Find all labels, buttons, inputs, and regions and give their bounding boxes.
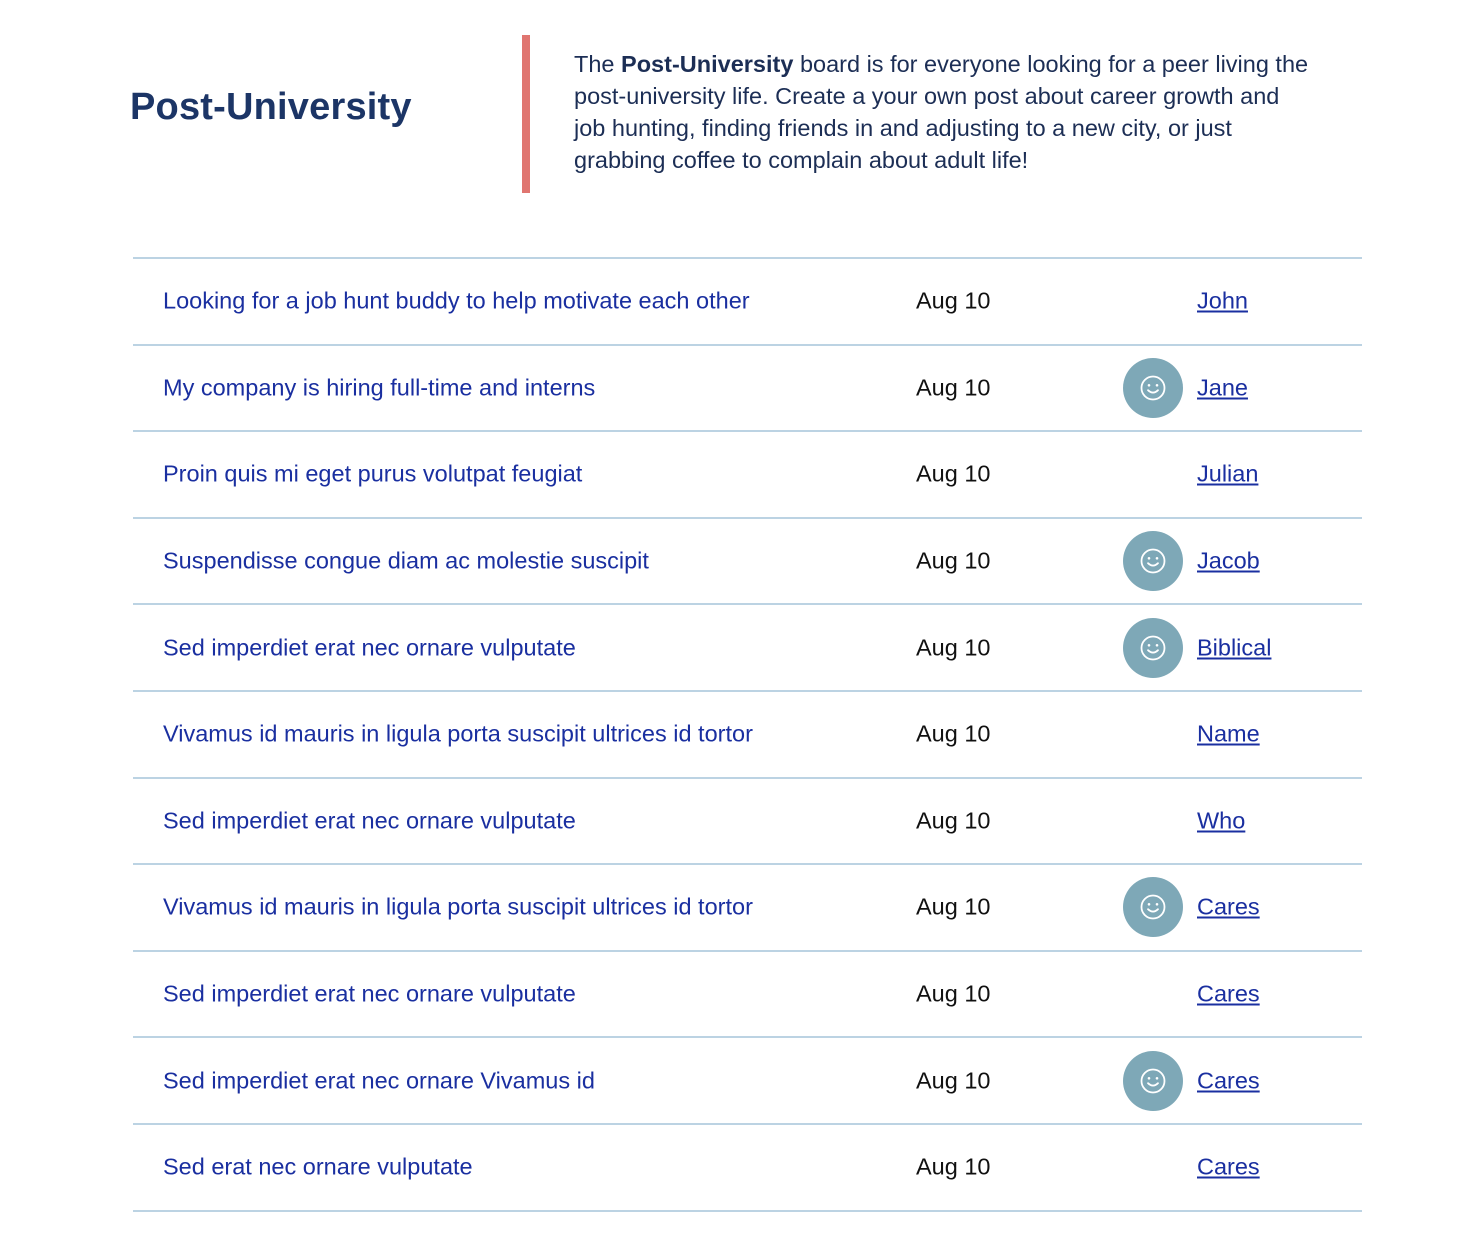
post-row: My company is hiring full-time and inter…: [133, 346, 1362, 433]
post-row: Sed imperdiet erat nec ornare vulputate …: [133, 605, 1362, 692]
post-date: Aug 10: [916, 1067, 991, 1094]
smiley-face-icon: [1140, 1068, 1166, 1094]
post-row: Proin quis mi eget purus volutpat feugia…: [133, 432, 1362, 519]
post-date: Aug 10: [916, 980, 991, 1007]
avatar[interactable]: [1123, 877, 1183, 938]
description-prefix: The: [574, 51, 622, 77]
post-date: Aug 10: [916, 634, 991, 661]
post-date: Aug 10: [916, 893, 991, 920]
post-row: Looking for a job hunt buddy to help mot…: [133, 259, 1362, 346]
post-author-link[interactable]: Jane: [1197, 374, 1248, 401]
post-row: Vivamus id mauris in ligula porta suscip…: [133, 692, 1362, 779]
post-title-link[interactable]: My company is hiring full-time and inter…: [163, 374, 595, 401]
post-date: Aug 10: [916, 460, 991, 487]
page-title: Post-University: [130, 86, 412, 128]
post-row: Suspendisse congue diam ac molestie susc…: [133, 519, 1362, 606]
post-list: Looking for a job hunt buddy to help mot…: [133, 257, 1362, 1212]
post-title-link[interactable]: Sed imperdiet erat nec ornare vulputate: [163, 634, 576, 661]
post-author-link[interactable]: Name: [1197, 721, 1260, 748]
post-row: Sed erat nec ornare vulputate Aug 10 Car…: [133, 1125, 1362, 1212]
avatar[interactable]: [1123, 531, 1183, 592]
post-author-link[interactable]: Biblical: [1197, 634, 1271, 661]
smiley-face-icon: [1140, 895, 1166, 920]
post-date: Aug 10: [916, 374, 991, 401]
post-date: Aug 10: [916, 287, 991, 314]
post-author-link[interactable]: Cares: [1197, 1154, 1260, 1181]
board-description: The Post-University board is for everyon…: [574, 48, 1314, 176]
post-title-link[interactable]: Looking for a job hunt buddy to help mot…: [163, 288, 750, 315]
post-author-link[interactable]: John: [1197, 288, 1248, 315]
post-row: Sed imperdiet erat nec ornare vulputate …: [133, 952, 1362, 1039]
post-row: Sed imperdiet erat nec ornare Vivamus id…: [133, 1038, 1362, 1125]
avatar[interactable]: [1123, 1050, 1183, 1111]
post-title-link[interactable]: Sed imperdiet erat nec ornare vulputate: [163, 807, 576, 834]
description-board-name: Post-University: [621, 51, 794, 77]
smiley-face-icon: [1140, 375, 1166, 401]
post-author-link[interactable]: Cares: [1197, 1067, 1260, 1094]
accent-divider: [522, 35, 530, 193]
post-title-link[interactable]: Vivamus id mauris in ligula porta suscip…: [163, 894, 753, 921]
post-title-link[interactable]: Proin quis mi eget purus volutpat feugia…: [163, 461, 582, 488]
post-title-link[interactable]: Sed imperdiet erat nec ornare Vivamus id: [163, 1067, 595, 1094]
avatar[interactable]: [1123, 357, 1183, 418]
post-author-link[interactable]: Jacob: [1197, 548, 1260, 575]
smiley-face-icon: [1140, 635, 1166, 661]
post-row: Sed imperdiet erat nec ornare vulputate …: [133, 779, 1362, 866]
board-page: Post-University The Post-University boar…: [0, 0, 1462, 1242]
post-title-link[interactable]: Sed erat nec ornare vulputate: [163, 1154, 473, 1181]
smiley-face-icon: [1140, 548, 1166, 574]
post-title-link[interactable]: Vivamus id mauris in ligula porta suscip…: [163, 721, 753, 748]
post-row: Vivamus id mauris in ligula porta suscip…: [133, 865, 1362, 952]
post-date: Aug 10: [916, 807, 991, 834]
post-date: Aug 10: [916, 720, 991, 747]
post-title-link[interactable]: Suspendisse congue diam ac molestie susc…: [163, 548, 649, 575]
post-date: Aug 10: [916, 1153, 991, 1180]
post-title-link[interactable]: Sed imperdiet erat nec ornare vulputate: [163, 981, 576, 1008]
post-author-link[interactable]: Who: [1197, 807, 1245, 834]
post-date: Aug 10: [916, 547, 991, 574]
post-author-link[interactable]: Cares: [1197, 981, 1260, 1008]
post-author-link[interactable]: Cares: [1197, 894, 1260, 921]
avatar[interactable]: [1123, 617, 1183, 678]
post-author-link[interactable]: Julian: [1197, 461, 1258, 488]
